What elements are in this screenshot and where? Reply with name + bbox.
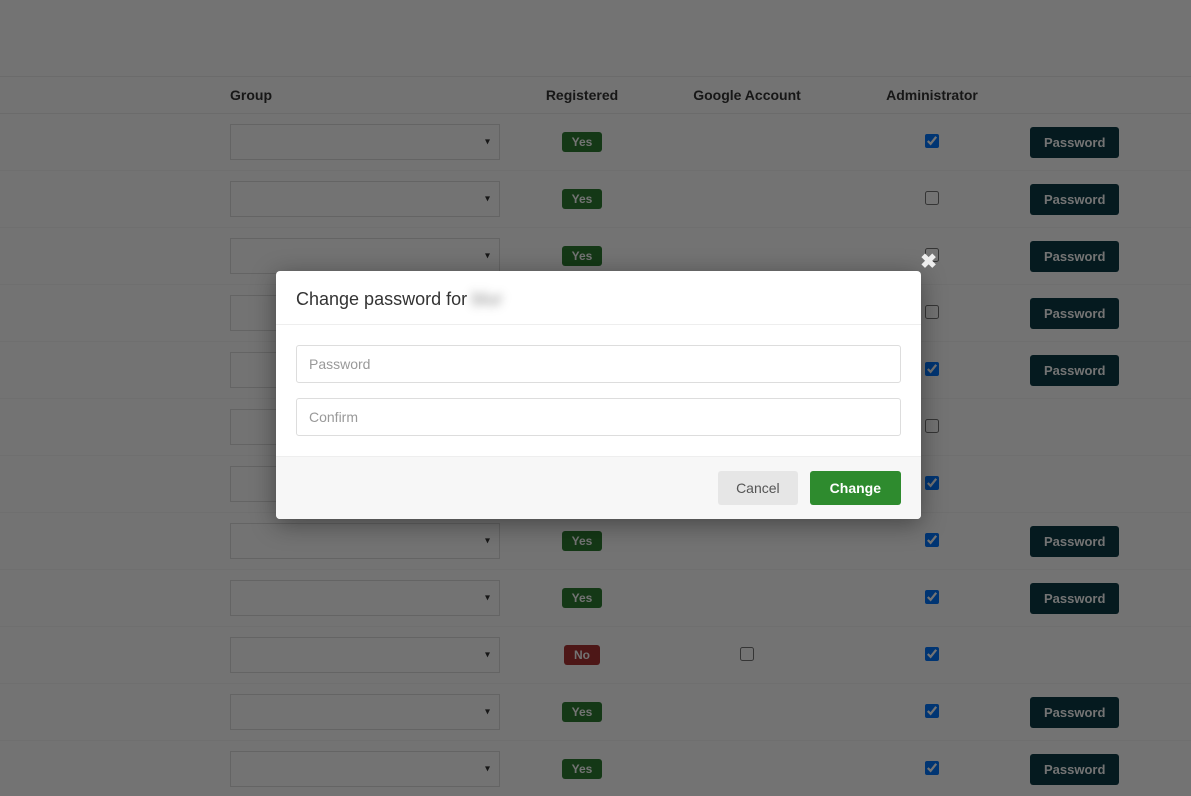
confirm-password-field[interactable] bbox=[296, 398, 901, 436]
modal-footer: Cancel Change bbox=[276, 456, 921, 519]
close-icon[interactable]: ✖ bbox=[920, 252, 937, 272]
modal-title: Change password for blur bbox=[296, 289, 901, 310]
cancel-button[interactable]: Cancel bbox=[718, 471, 798, 505]
password-field[interactable] bbox=[296, 345, 901, 383]
modal-title-username: blur bbox=[472, 289, 502, 309]
change-password-modal: ✖ Change password for blur Cancel Change bbox=[276, 271, 921, 519]
change-button[interactable]: Change bbox=[810, 471, 901, 505]
modal-title-prefix: Change password for bbox=[296, 289, 472, 309]
modal-header: Change password for blur bbox=[276, 271, 921, 325]
modal-body bbox=[276, 325, 921, 456]
